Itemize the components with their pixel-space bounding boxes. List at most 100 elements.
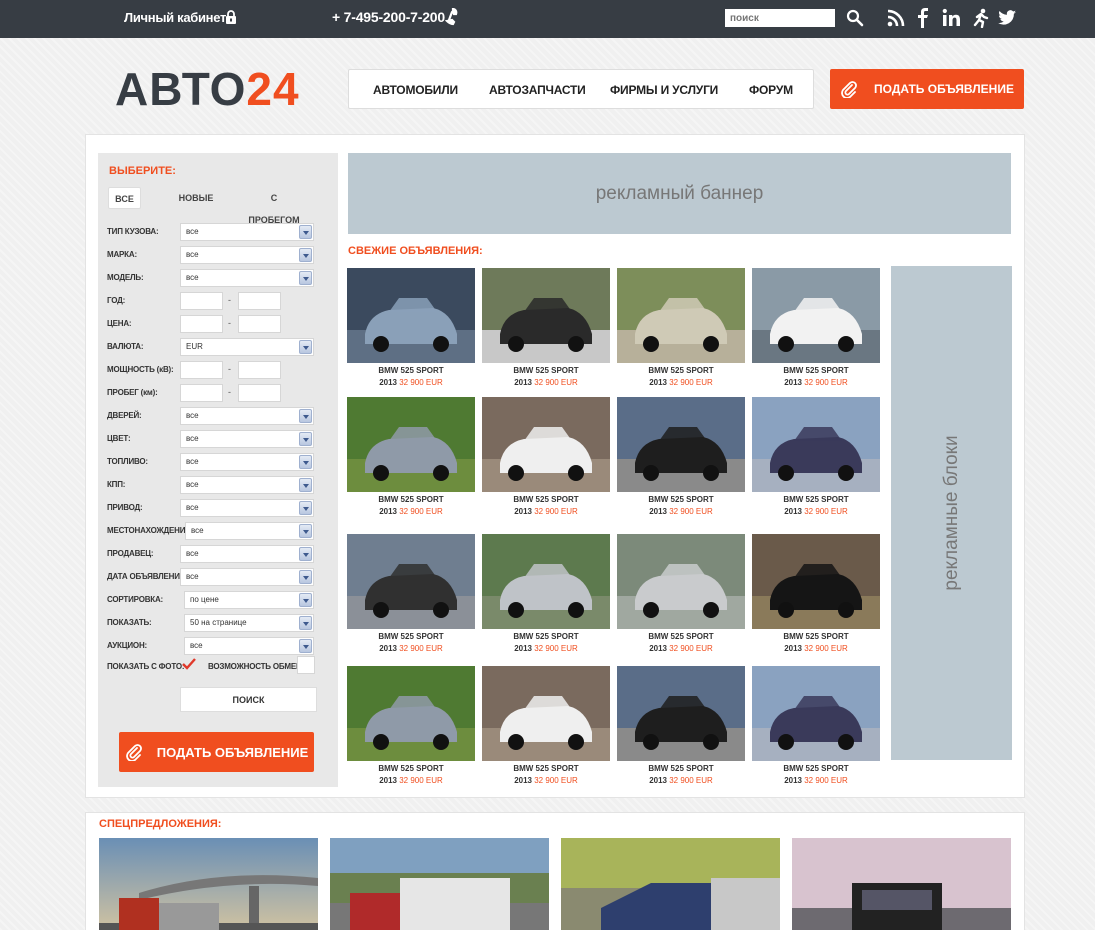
mileage-to-input[interactable] [238,384,281,402]
car-price: 32 900 EUR [399,378,443,387]
car-model: BMW 525 SPORT [783,632,849,641]
sidebar-post-ad-button[interactable]: ПОДАТЬ ОБЪЯВЛЕНИЕ [119,732,314,772]
select-value: все [186,457,199,466]
car-listing-card[interactable]: BMW 525 SPORT 2013 32 900 EUR [617,666,745,787]
car-listing-card[interactable]: BMW 525 SPORT 2013 32 900 EUR [482,397,610,518]
exchange-checkbox[interactable] [297,656,315,674]
power-from-input[interactable] [180,361,223,379]
phone-number[interactable]: + 7-495-200-7-200 [332,9,445,25]
select-value: все [186,434,199,443]
mileage-from-input[interactable] [180,384,223,402]
nav-cars[interactable]: АВТОМОБИЛИ [373,83,458,97]
label-make: МАРКА: [107,250,137,259]
car-listing-card[interactable]: BMW 525 SPORT 2013 32 900 EUR [482,268,610,389]
ad-blocks-sidebar[interactable]: рекламные блоки [891,266,1012,760]
main-nav: АВТОМОБИЛИ АВТОЗАПЧАСТИ ФИРМЫ И УСЛУГИ Ф… [348,69,814,109]
chevron-down-icon [299,409,312,423]
special-offer-card[interactable] [99,838,318,930]
label-gearbox: КПП: [107,480,126,489]
select-per-page[interactable]: 50 на странице [184,614,314,632]
price-to-input[interactable] [238,315,281,333]
car-listing-card[interactable]: BMW 525 SPORT 2013 32 900 EUR [482,666,610,787]
car-listing-card[interactable]: BMW 525 SPORT 2013 32 900 EUR [752,397,880,518]
price-from-input[interactable] [180,315,223,333]
select-auction[interactable]: все [184,637,314,655]
select-body-type[interactable]: все [180,223,314,241]
car-listing-card[interactable]: BMW 525 SPORT 2013 32 900 EUR [617,534,745,655]
select-fuel[interactable]: все [180,453,314,471]
car-photo [482,268,610,363]
label-doors: ДВЕРЕЙ: [107,411,142,420]
car-year-price: 2013 32 900 EUR [347,775,475,787]
label-date: ДАТА ОБЪЯВЛЕНИЯ: [107,572,188,581]
ad-banner[interactable]: рекламный баннер [348,153,1011,234]
select-doors[interactable]: все [180,407,314,425]
select-color[interactable]: все [180,430,314,448]
select-value: по цене [190,595,219,604]
select-value: все [186,480,199,489]
search-icon[interactable] [846,9,864,27]
with-photo-checkbox[interactable] [180,656,198,674]
select-seller[interactable]: все [180,545,314,563]
car-model: BMW 525 SPORT [378,366,444,375]
nav-parts[interactable]: АВТОЗАПЧАСТИ [489,83,586,97]
select-location[interactable]: все [185,522,314,540]
fresh-listings-title: СВЕЖИЕ ОБЪЯВЛЕНИЯ: [348,245,483,257]
car-caption: BMW 525 SPORT 2013 32 900 EUR [347,631,475,655]
car-photo [617,397,745,492]
select-sort[interactable]: по цене [184,591,314,609]
select-model[interactable]: все [180,269,314,287]
car-price: 32 900 EUR [534,776,578,785]
car-year: 2013 [514,644,532,653]
car-listing-card[interactable]: BMW 525 SPORT 2013 32 900 EUR [347,666,475,787]
nav-forum[interactable]: ФОРУМ [749,83,793,97]
tab-all[interactable]: ВСЕ [108,187,141,209]
car-model: BMW 525 SPORT [378,632,444,641]
rss-icon[interactable] [886,8,906,28]
year-to-input[interactable] [238,292,281,310]
car-listing-card[interactable]: BMW 525 SPORT 2013 32 900 EUR [347,397,475,518]
select-date[interactable]: все [180,568,314,586]
car-caption: BMW 525 SPORT 2013 32 900 EUR [347,365,475,389]
car-year: 2013 [784,378,802,387]
car-listing-card[interactable]: BMW 525 SPORT 2013 32 900 EUR [752,268,880,389]
select-gearbox[interactable]: все [180,476,314,494]
year-from-input[interactable] [180,292,223,310]
chevron-down-icon [299,616,312,630]
car-listing-card[interactable]: BMW 525 SPORT 2013 32 900 EUR [347,268,475,389]
car-listing-card[interactable]: BMW 525 SPORT 2013 32 900 EUR [617,268,745,389]
label-body-type: ТИП КУЗОВА: [107,227,159,236]
twitter-icon[interactable] [997,8,1017,28]
label-drive: ПРИВОД: [107,503,143,512]
range-dash: - [228,387,231,397]
select-drive[interactable]: все [180,499,314,517]
car-listing-card[interactable]: BMW 525 SPORT 2013 32 900 EUR [347,534,475,655]
select-currency[interactable]: EUR [180,338,314,356]
linkedin-icon[interactable] [942,8,962,28]
site-logo[interactable]: АВТО24 [115,62,300,116]
select-make[interactable]: все [180,246,314,264]
car-listing-card[interactable]: BMW 525 SPORT 2013 32 900 EUR [752,534,880,655]
special-offer-card[interactable] [792,838,1011,930]
car-photo [752,534,880,629]
special-offer-card[interactable] [330,838,549,930]
power-to-input[interactable] [238,361,281,379]
car-listing-card[interactable]: BMW 525 SPORT 2013 32 900 EUR [482,534,610,655]
account-link[interactable]: Личный кабинет [124,10,226,25]
post-ad-button[interactable]: ПОДАТЬ ОБЪЯВЛЕНИЕ [830,69,1024,109]
car-listing-card[interactable]: BMW 525 SPORT 2013 32 900 EUR [752,666,880,787]
tab-new[interactable]: НОВЫЕ [176,187,216,209]
select-value: все [186,250,199,259]
runner-icon[interactable] [971,8,991,28]
search-input[interactable] [725,9,835,27]
label-location: МЕСТОНАХОЖДЕНИЕ: [107,526,193,535]
special-offer-card[interactable] [561,838,780,930]
nav-services[interactable]: ФИРМЫ И УСЛУГИ [610,83,718,97]
filter-search-button[interactable]: ПОИСК [180,687,317,712]
car-year: 2013 [514,776,532,785]
facebook-icon[interactable] [913,8,933,28]
label-mileage: ПРОБЕГ (км): [107,388,158,397]
truck-photo [330,838,549,930]
car-listing-card[interactable]: BMW 525 SPORT 2013 32 900 EUR [617,397,745,518]
tab-used[interactable]: С ПРОБЕГОМ [244,187,304,225]
